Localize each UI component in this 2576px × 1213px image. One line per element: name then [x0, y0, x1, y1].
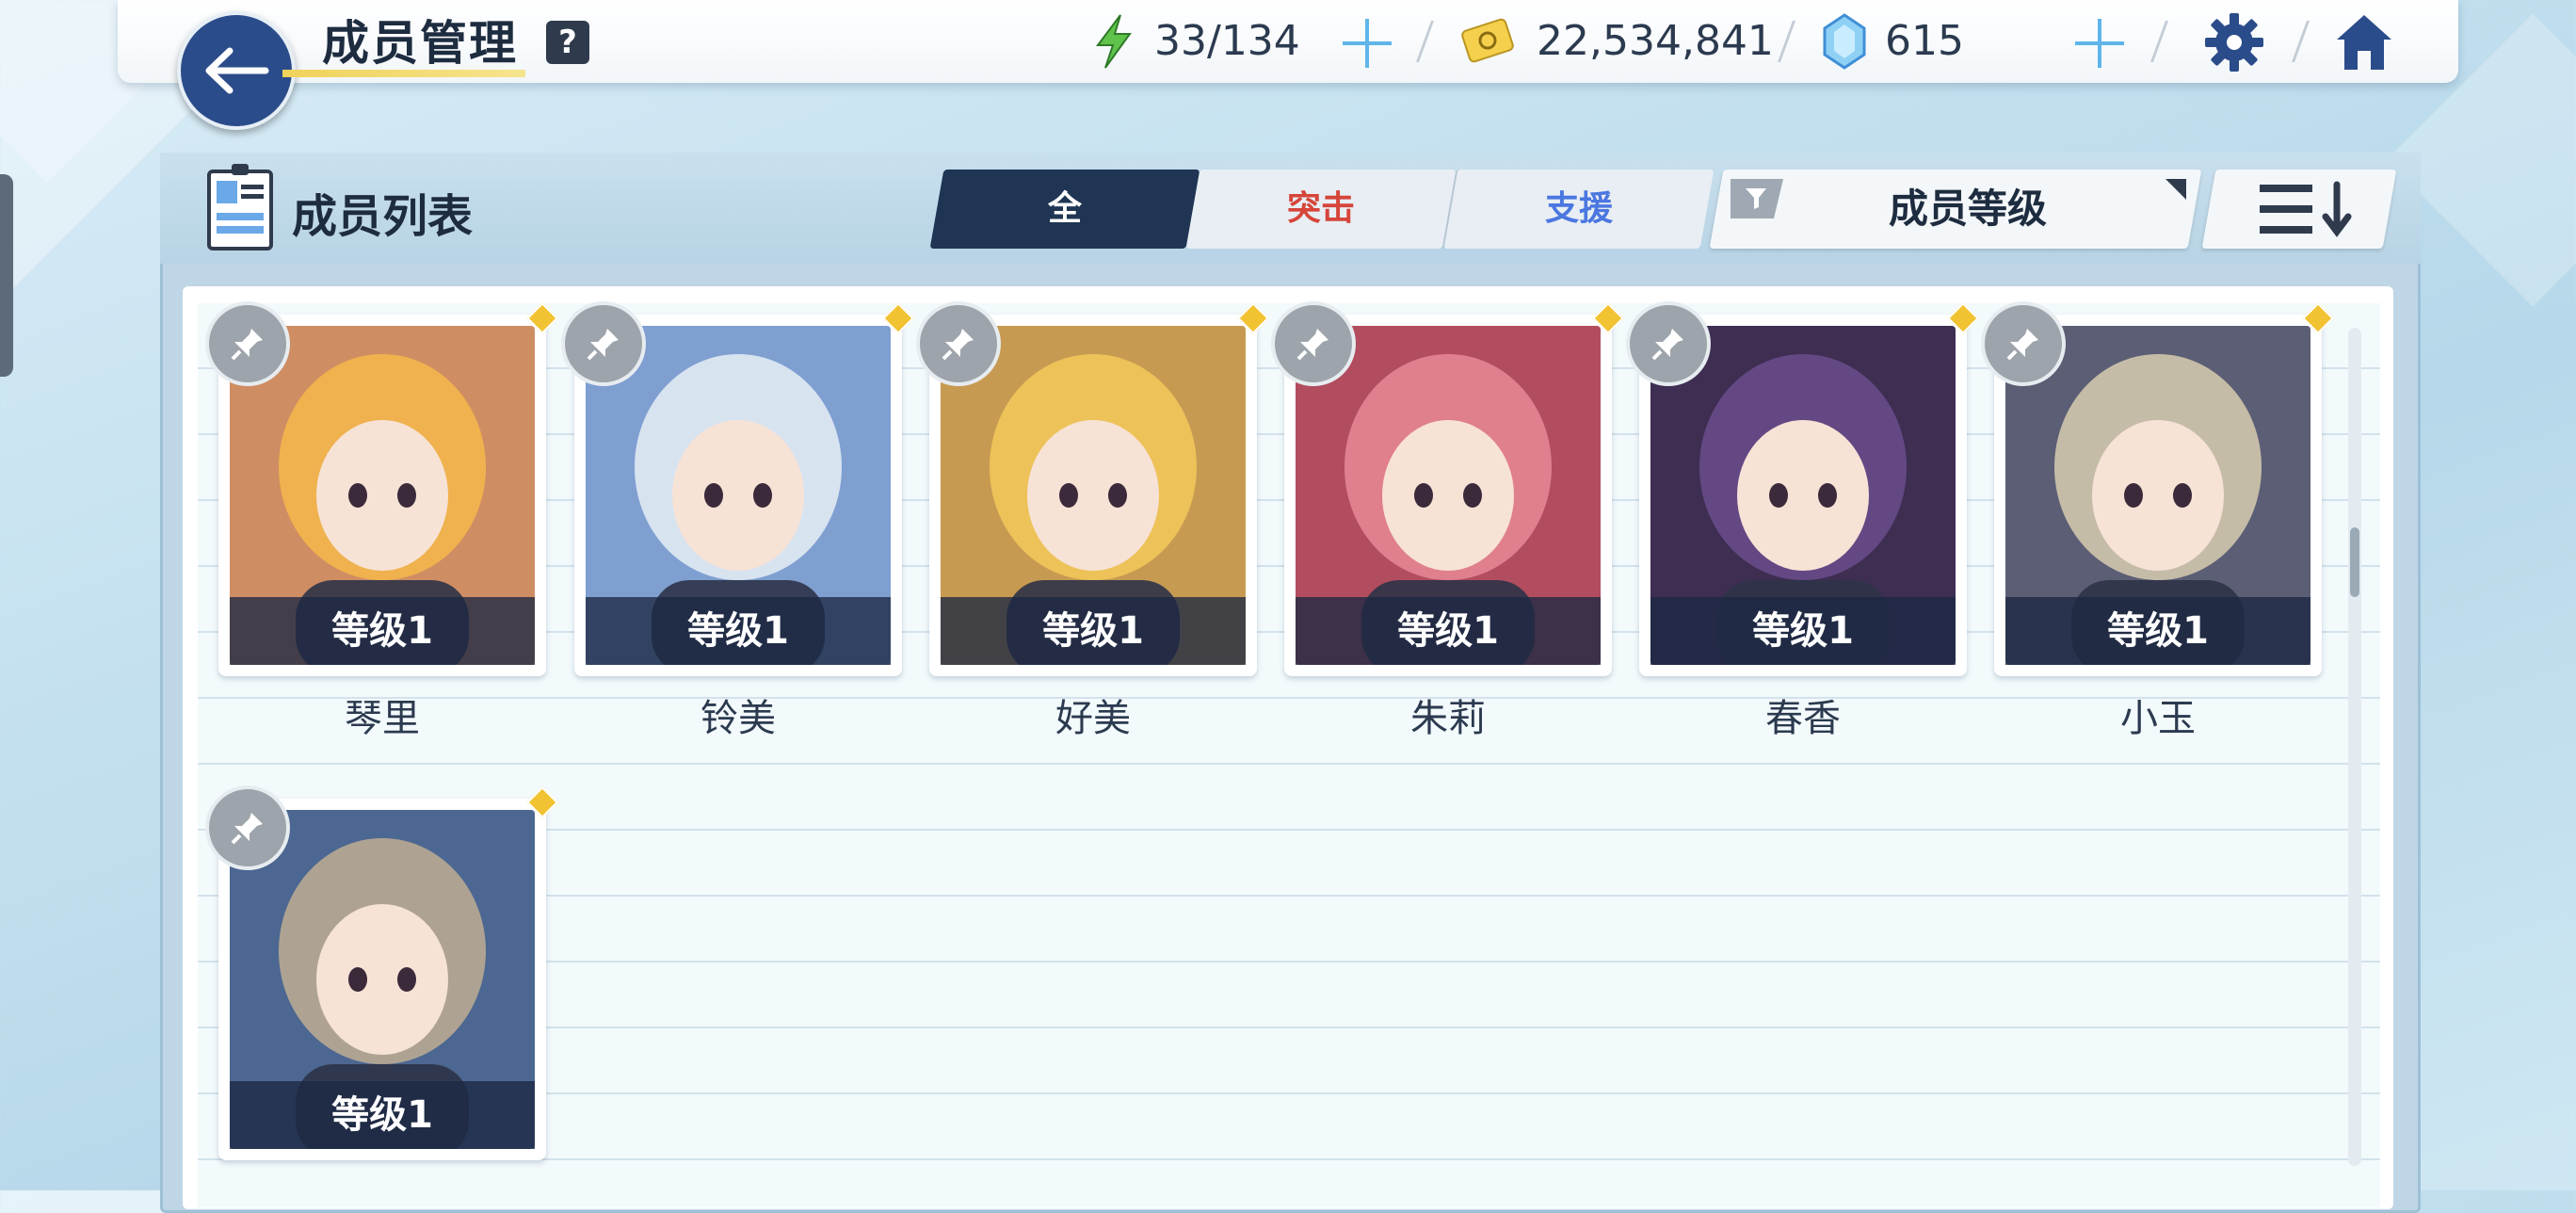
gems-plus-button[interactable]	[2075, 19, 2124, 68]
pin-icon[interactable]	[561, 301, 646, 386]
tab-all-label: 全	[1047, 189, 1082, 228]
ap-plus-button[interactable]	[1343, 19, 1392, 68]
member-name: 春香	[1765, 697, 1841, 740]
back-button[interactable]	[177, 11, 296, 130]
settings-gear-icon[interactable]	[2203, 11, 2265, 73]
sort-dropdown-label: 成员等级	[1888, 186, 2047, 232]
scrollbar-track[interactable]	[2348, 328, 2361, 1166]
ap-counter: 33/134	[1154, 17, 1300, 65]
help-button[interactable]: ?	[546, 21, 589, 64]
pin-icon[interactable]	[916, 301, 1001, 386]
credit-card-icon	[1461, 18, 1514, 63]
pin-icon[interactable]	[205, 301, 290, 386]
pin-icon[interactable]	[1271, 301, 1356, 386]
member-name: 朱莉	[1410, 697, 1486, 740]
member-name: 小玉	[2120, 697, 2196, 740]
home-icon[interactable]	[2333, 11, 2395, 73]
sort-descending-icon	[2260, 181, 2352, 237]
panel-title: 成员列表	[292, 190, 474, 243]
tab-support[interactable]: 支援	[1441, 170, 1715, 249]
member-level: 等级1	[230, 597, 535, 665]
pin-icon[interactable]	[205, 785, 290, 870]
member-list-icon	[207, 164, 273, 251]
member-card[interactable]: 等级1	[1981, 301, 2334, 676]
member-level: 等级1	[2005, 597, 2310, 665]
member-level: 等级1	[941, 597, 1246, 665]
member-level: 等级1	[1650, 597, 1956, 665]
member-card[interactable]: 等级1	[205, 785, 558, 1160]
credits-counter: 22,534,841	[1537, 17, 1774, 65]
gem-icon	[1823, 13, 1866, 70]
member-level: 等级1	[230, 1081, 535, 1149]
ap-lightning-icon	[1096, 14, 1132, 69]
member-level: 等级1	[1296, 597, 1601, 665]
member-name: 琴里	[345, 697, 420, 740]
tab-strike-label: 突击	[1286, 189, 1355, 228]
member-card[interactable]: 等级1	[1271, 301, 1624, 676]
side-edge-tab[interactable]	[0, 174, 13, 377]
tab-strike[interactable]: 突击	[1185, 170, 1457, 249]
back-arrow-icon	[205, 47, 269, 94]
member-level: 等级1	[586, 597, 891, 665]
member-card[interactable]: 等级1	[205, 301, 558, 676]
pin-icon[interactable]	[1981, 301, 2066, 386]
member-name: 好美	[1055, 697, 1131, 740]
pin-icon[interactable]	[1626, 301, 1711, 386]
tab-support-label: 支援	[1544, 189, 1613, 228]
dropdown-corner-indicator	[2165, 179, 2186, 200]
member-card[interactable]: 等级1	[561, 301, 914, 676]
member-card[interactable]: 等级1	[916, 301, 1269, 676]
page-title: 成员管理	[322, 16, 518, 71]
title-underline	[282, 70, 525, 77]
gems-counter: 615	[1885, 17, 1964, 65]
filter-funnel-icon	[1731, 179, 1783, 218]
tab-all[interactable]: 全	[929, 170, 1200, 249]
scrollbar-thumb[interactable]	[2350, 527, 2359, 597]
member-card[interactable]: 等级1	[1626, 301, 1979, 676]
member-name: 铃美	[700, 697, 776, 740]
